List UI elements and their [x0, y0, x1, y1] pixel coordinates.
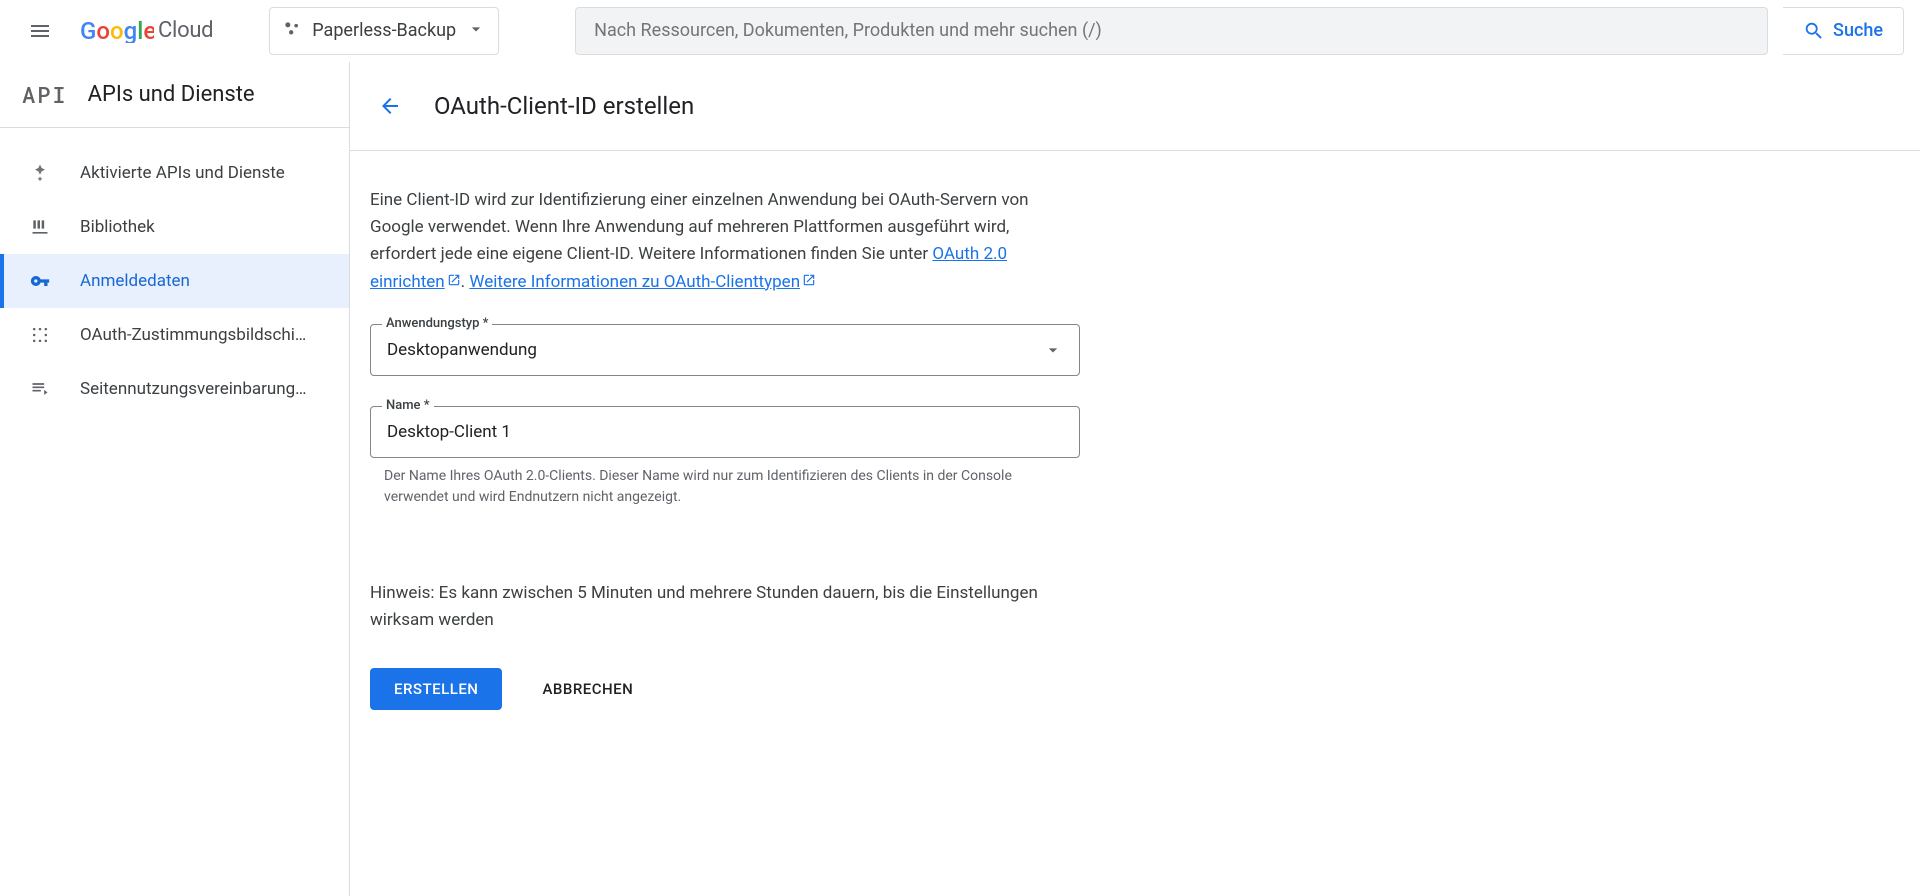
search-input[interactable]	[594, 20, 1749, 41]
search-button[interactable]: Suche	[1783, 7, 1904, 55]
library-icon	[28, 217, 52, 237]
page-title: OAuth-Client-ID erstellen	[434, 92, 694, 120]
api-badge: API	[22, 80, 68, 109]
search-button-label: Suche	[1833, 20, 1883, 41]
enabled-apis-icon	[28, 163, 52, 183]
svg-text:Google: Google	[80, 19, 154, 43]
external-link-icon	[447, 269, 461, 296]
create-button[interactable]: ERSTELLEN	[370, 668, 502, 710]
top-bar: Google Cloud Paperless-Backup Suche	[0, 0, 1920, 62]
project-name: Paperless-Backup	[312, 20, 456, 41]
chevron-down-icon	[466, 19, 486, 43]
app-type-select[interactable]: Desktopanwendung	[370, 324, 1080, 376]
search-icon	[1803, 20, 1825, 42]
logo-cloud-text: Cloud	[158, 18, 213, 43]
back-arrow[interactable]	[370, 86, 410, 126]
name-helper: Der Name Ihres OAuth 2.0-Clients. Dieser…	[370, 458, 1080, 508]
menu-icon[interactable]	[16, 7, 64, 55]
search-input-container[interactable]	[575, 7, 1768, 55]
name-field: Name * Der Name Ihres OAuth 2.0-Clients.…	[370, 406, 1080, 508]
sidebar-item-oauth-consent[interactable]: OAuth-Zustimmungsbildschi…	[0, 308, 349, 362]
chevron-down-icon	[1043, 340, 1063, 360]
consent-icon	[28, 325, 52, 345]
sidebar-item-credentials[interactable]: Anmeldedaten	[0, 254, 349, 308]
actions-row: ERSTELLEN ABBRECHEN	[370, 668, 1080, 710]
app-type-field: Anwendungstyp * Desktopanwendung	[370, 324, 1080, 376]
sidebar-header[interactable]: API APIs und Dienste	[0, 62, 349, 128]
sidebar-item-library[interactable]: Bibliothek	[0, 200, 349, 254]
cancel-button[interactable]: ABBRECHEN	[532, 668, 643, 710]
name-label: Name *	[382, 398, 434, 413]
google-cloud-logo[interactable]: Google Cloud	[80, 18, 213, 43]
google-logo-icon: Google	[80, 19, 154, 43]
sidebar-item-label: Anmeldedaten	[80, 271, 190, 291]
intro-part1: Eine Client-ID wird zur Identifizierung …	[370, 190, 1029, 264]
sidebar: API APIs und Dienste Aktivierte APIs und…	[0, 62, 350, 896]
sidebar-item-label: Seitennutzungsvereinbarung…	[80, 379, 307, 399]
sidebar-item-label: Bibliothek	[80, 217, 155, 237]
app-type-label: Anwendungstyp *	[382, 316, 492, 331]
oauth-types-link[interactable]: Weitere Informationen zu OAuth-Clienttyp…	[469, 272, 816, 292]
app-type-value: Desktopanwendung	[387, 340, 537, 360]
settings-note: Hinweis: Es kann zwischen 5 Minuten und …	[370, 580, 1080, 634]
page-header: OAuth-Client-ID erstellen	[350, 86, 1920, 151]
intro-text: Eine Client-ID wird zur Identifizierung …	[370, 187, 1080, 296]
key-icon	[28, 271, 52, 291]
main-content: OAuth-Client-ID erstellen Eine Client-ID…	[350, 62, 1920, 896]
sidebar-item-label: Aktivierte APIs und Dienste	[80, 163, 285, 183]
sidebar-title: APIs und Dienste	[88, 82, 255, 107]
name-input[interactable]	[370, 406, 1080, 458]
project-icon	[282, 19, 302, 43]
sidebar-item-enabled-apis[interactable]: Aktivierte APIs und Dienste	[0, 146, 349, 200]
external-link-icon	[802, 269, 816, 296]
project-selector[interactable]: Paperless-Backup	[269, 7, 499, 55]
sidebar-item-terms[interactable]: Seitennutzungsvereinbarung…	[0, 362, 349, 416]
sidebar-item-label: OAuth-Zustimmungsbildschi…	[80, 325, 306, 345]
terms-icon	[28, 379, 52, 399]
